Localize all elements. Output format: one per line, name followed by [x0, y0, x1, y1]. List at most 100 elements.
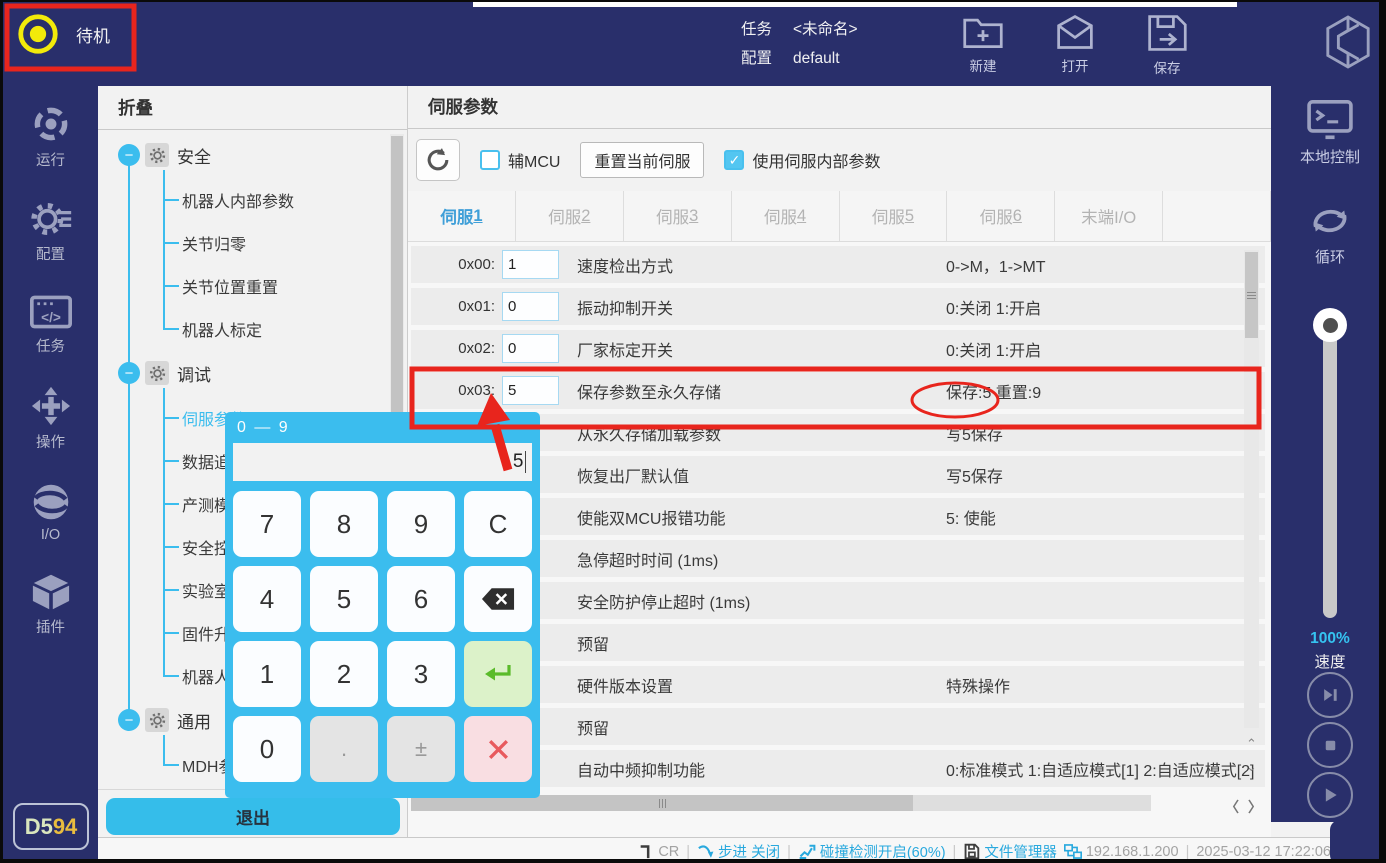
vertical-scrollbar-thumb[interactable] [1245, 252, 1258, 338]
datetime: 2025-03-12 17:22:06 [1196, 844, 1331, 860]
tab-servo-1[interactable]: 伺服1 [408, 191, 516, 241]
keypad-key-8[interactable]: 8 [310, 491, 378, 557]
topbar-actions: 新建 打开 保存 [953, 13, 1197, 77]
step-to-end-button[interactable] [1307, 672, 1353, 718]
backspace-key[interactable] [464, 566, 532, 632]
enter-key[interactable] [464, 641, 532, 707]
tab-servo-3[interactable]: 伺服3 [624, 191, 732, 241]
scroll-right-arrow[interactable]: 〉 [1248, 797, 1262, 817]
param-desc: 5: 使能 [946, 505, 996, 529]
tab-servo-6[interactable]: 伺服6 [947, 191, 1055, 241]
speed-slider-track[interactable] [1323, 326, 1337, 618]
param-value-input[interactable] [502, 334, 559, 363]
step-mode-toggle[interactable]: 步进 关闭 [697, 841, 780, 862]
standby-icon [15, 11, 61, 57]
collision-detect-toggle[interactable]: 碰撞检测开启(60%) [798, 841, 946, 862]
sidebar-item-jog[interactable]: 操作 [31, 386, 71, 452]
loop-mode-button[interactable]: 循环 [1271, 202, 1386, 267]
tab-label: 末端I/O [1081, 204, 1136, 228]
servo-toolbar: 辅MCU 重置当前伺服 ✓ 使用伺服内部参数 [408, 129, 1271, 191]
tree-header[interactable]: 折叠 [98, 86, 407, 130]
local-control-button[interactable]: 本地控制 [1271, 100, 1386, 167]
tree-node[interactable]: − 安全 [98, 132, 407, 178]
tab-servo-2[interactable]: 伺服2 [516, 191, 624, 241]
tree-item[interactable]: 关节归零 [163, 221, 407, 264]
task-config-info: 任务<未命名> 配置default [741, 15, 858, 73]
tree-item-label: 数据追 [182, 449, 230, 473]
checkbox-checked-icon[interactable]: ✓ [724, 150, 744, 170]
tab-accel: 2 [581, 207, 590, 226]
keypad-key-6[interactable]: 6 [387, 566, 455, 632]
keypad-key-5[interactable]: 5 [310, 566, 378, 632]
tab-servo-5[interactable]: 伺服5 [840, 191, 948, 241]
app-window: 待机 任务<未命名> 配置default 新建 打开 保存 运行 配置 </> … [0, 0, 1386, 863]
keypad-input[interactable]: 5 [233, 443, 532, 481]
keypad-key-9[interactable]: 9 [387, 491, 455, 557]
tree-item[interactable]: 机器人标定 [163, 307, 407, 350]
checkbox-unchecked-icon[interactable] [480, 150, 500, 170]
tree-item-label: 实验室 [182, 578, 230, 602]
collapse-minus-icon[interactable]: − [118, 362, 140, 384]
save-label: 保存 [1154, 57, 1181, 77]
exit-button[interactable]: 退出 [106, 798, 400, 835]
collapse-minus-icon[interactable]: − [118, 709, 140, 731]
param-value-input[interactable] [502, 376, 559, 405]
tree-item-label: 机器人 [182, 664, 230, 688]
sidebar-item-task[interactable]: </> 任务 [30, 294, 72, 356]
param-address: 0x01: [411, 298, 495, 315]
keypad-input-value: 5 [513, 451, 524, 473]
keypad-key-0[interactable]: 0 [233, 716, 301, 782]
keypad-key-2[interactable]: 2 [310, 641, 378, 707]
sidebar-item-io[interactable]: I/O [31, 482, 71, 543]
open-button[interactable]: 打开 [1045, 13, 1105, 77]
tree-node[interactable]: − 调试 [98, 350, 407, 396]
sidebar-item-label: 任务 [36, 335, 65, 356]
stop-button[interactable] [1307, 722, 1353, 768]
robot-state-button[interactable]: 待机 [15, 11, 110, 57]
tab-servo-7[interactable]: 末端I/O [1055, 191, 1163, 241]
sidebar-item-config[interactable]: 配置 [29, 200, 73, 264]
numeric-keypad-dialog: 0 — 9 5 789C4561230.± [225, 412, 540, 798]
keypad-key-3[interactable]: 3 [387, 641, 455, 707]
reset-current-servo-button[interactable]: 重置当前伺服 [580, 142, 704, 178]
collapse-minus-icon[interactable]: − [118, 144, 140, 166]
param-row: 0x03: 保存参数至永久存储 保存:5 重置:9 [411, 372, 1265, 409]
clear-key[interactable]: C [464, 491, 532, 557]
sidebar-item-plugin[interactable]: 插件 [31, 573, 71, 637]
use-internal-params-checkbox[interactable]: ✓ 使用伺服内部参数 [724, 148, 880, 172]
save-button[interactable]: 保存 [1137, 13, 1197, 77]
param-desc: 0:标准模式 1:自适应模式[1] 2:自适应模式[2] [946, 757, 1255, 781]
cube-icon [31, 573, 71, 611]
tree-item[interactable]: 机器人内部参数 [163, 178, 407, 221]
aux-mcu-label: 辅MCU [508, 148, 560, 172]
keypad-title: 0 — 9 [233, 417, 532, 443]
save-icon [1146, 13, 1188, 53]
tree-item[interactable]: 关节位置重置 [163, 264, 407, 307]
param-value-input[interactable] [502, 250, 559, 279]
scroll-down-arrow[interactable]: ⌄ [1244, 757, 1259, 777]
keypad-key-1[interactable]: 1 [233, 641, 301, 707]
sidebar-item-run[interactable]: 运行 [31, 104, 71, 170]
file-manager-button[interactable]: 文件管理器 [963, 841, 1057, 862]
task-label: 任务 [741, 15, 783, 44]
keypad-key-7[interactable]: 7 [233, 491, 301, 557]
table-vertical-scrollbar[interactable] [1244, 250, 1259, 728]
param-name: 预留 [577, 631, 609, 655]
speed-slider-knob[interactable] [1313, 308, 1347, 342]
run-icon [31, 104, 71, 144]
aux-mcu-checkbox[interactable]: 辅MCU [480, 148, 560, 172]
text-cursor [525, 451, 527, 473]
close-key[interactable] [464, 716, 532, 782]
speed-label: 速度 [1271, 650, 1386, 672]
param-address: 0x02: [411, 340, 495, 357]
corner-block [1330, 820, 1386, 863]
keypad-key-4[interactable]: 4 [233, 566, 301, 632]
task-value: <未命名> [793, 21, 858, 38]
play-button[interactable] [1307, 772, 1353, 818]
new-button[interactable]: 新建 [953, 13, 1013, 77]
param-value-input[interactable] [502, 292, 559, 321]
refresh-button[interactable] [416, 139, 460, 181]
scroll-left-arrow[interactable]: 〈 [1225, 797, 1239, 817]
scroll-up-arrow[interactable]: ⌃ [1244, 734, 1259, 754]
tab-servo-4[interactable]: 伺服4 [732, 191, 840, 241]
